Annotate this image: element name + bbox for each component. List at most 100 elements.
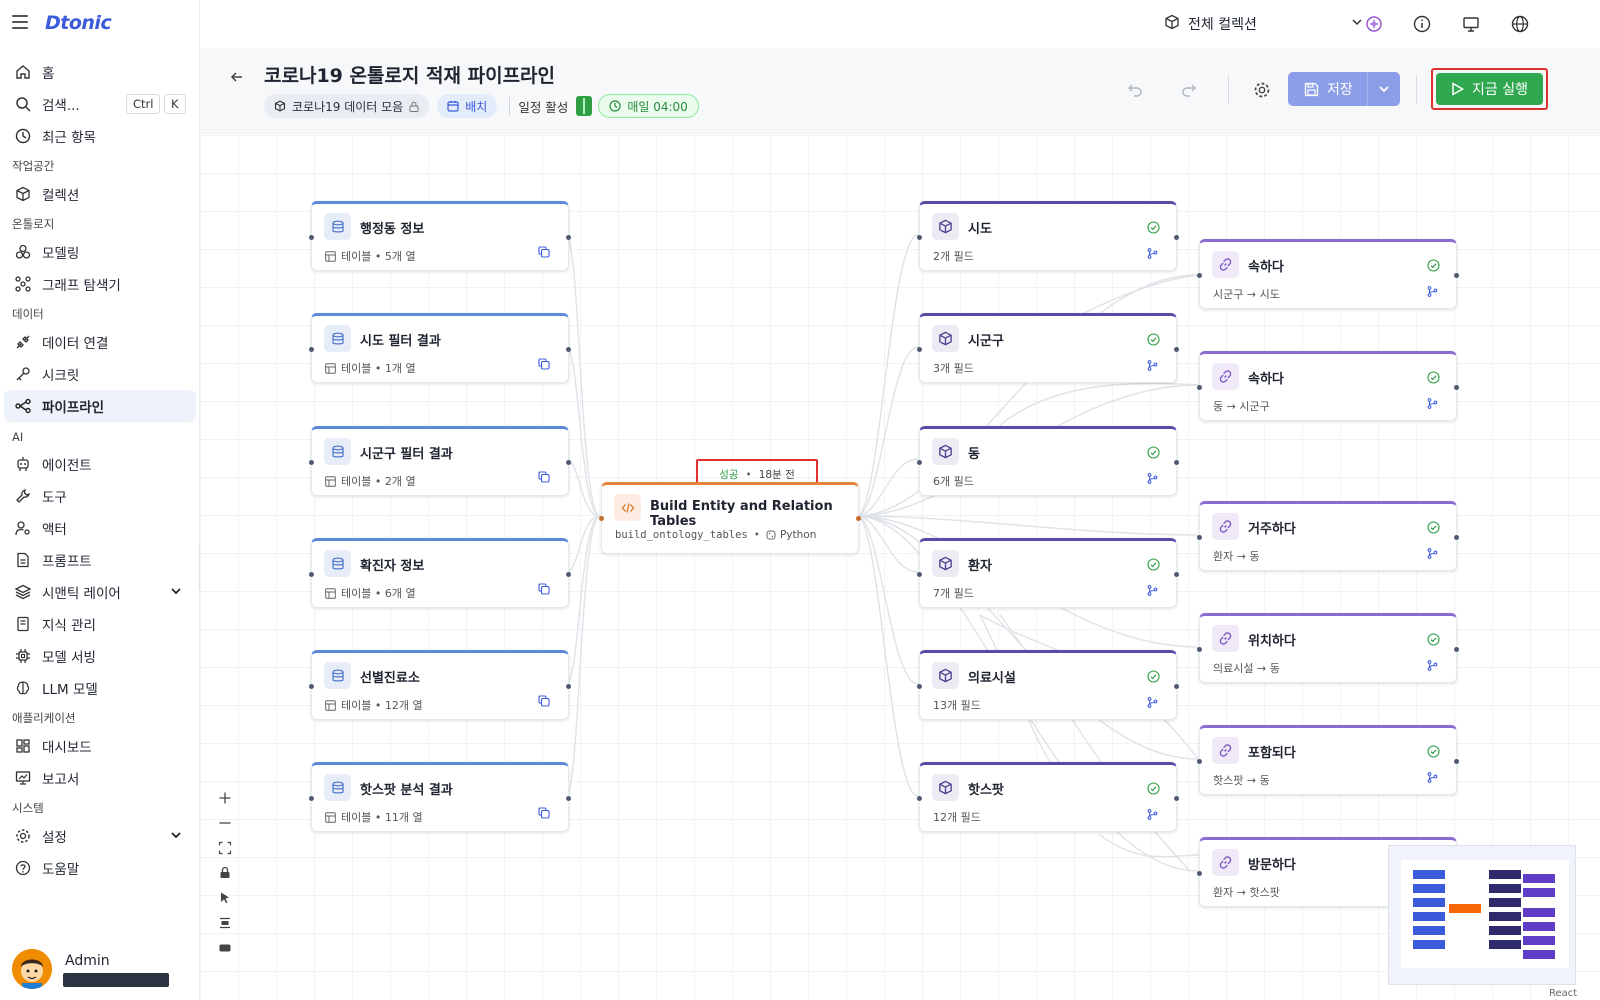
ai-sparkle-icon[interactable] bbox=[1363, 13, 1385, 35]
sidebar-item-agent[interactable]: 에이전트 bbox=[4, 448, 196, 480]
relation-node[interactable]: 포함되다 핫스팟 → 동 bbox=[1197, 725, 1459, 795]
sidebar-item-tool[interactable]: 도구 bbox=[4, 480, 196, 512]
info-icon[interactable] bbox=[1411, 13, 1433, 35]
sidebar-item-llm[interactable]: LLM 모델 bbox=[4, 672, 196, 704]
output-handle[interactable] bbox=[1174, 572, 1179, 577]
sidebar-item-report[interactable]: 보고서 bbox=[4, 762, 196, 794]
redo-icon[interactable] bbox=[1177, 78, 1201, 102]
input-handle[interactable] bbox=[599, 516, 604, 521]
collection-tag[interactable]: 코로나19 데이터 모음 bbox=[264, 94, 430, 118]
branch-icon[interactable] bbox=[1147, 585, 1158, 596]
run-now-button[interactable]: 지금 실행 bbox=[1436, 73, 1543, 105]
user-profile[interactable]: Admin bbox=[10, 945, 190, 990]
input-handle[interactable] bbox=[309, 460, 314, 465]
align-icon[interactable] bbox=[214, 910, 236, 935]
relation-node[interactable]: 위치하다 의료시설 → 동 bbox=[1197, 613, 1459, 683]
sidebar-item-pipeline[interactable]: 파이프라인 bbox=[4, 390, 196, 422]
output-handle[interactable] bbox=[566, 684, 571, 689]
input-handle[interactable] bbox=[917, 572, 922, 577]
save-button[interactable]: 저장 bbox=[1288, 72, 1400, 106]
input-handle[interactable] bbox=[309, 347, 314, 352]
globe-icon[interactable] bbox=[1509, 13, 1531, 35]
source-node[interactable]: 시도 필터 결과 테이블 • 1개 열 bbox=[309, 313, 571, 383]
chevron-down-icon[interactable] bbox=[170, 585, 182, 601]
sidebar-item-prompt[interactable]: 프롬프트 bbox=[4, 544, 196, 576]
sidebar-item-home[interactable]: 홈 bbox=[4, 56, 196, 88]
react-flow-attribution[interactable]: React Flow bbox=[1545, 987, 1600, 1000]
output-handle[interactable] bbox=[566, 572, 571, 577]
fit-view-icon[interactable] bbox=[214, 835, 236, 860]
branch-icon[interactable] bbox=[1147, 360, 1158, 371]
copy-icon[interactable] bbox=[538, 246, 550, 258]
sidebar-item-settings[interactable]: 설정 bbox=[4, 820, 196, 852]
input-handle[interactable] bbox=[309, 235, 314, 240]
branch-icon[interactable] bbox=[1427, 660, 1438, 671]
zoom-out-icon[interactable] bbox=[214, 810, 236, 835]
brand-logo[interactable]: Dtonic bbox=[45, 12, 112, 34]
copy-icon[interactable] bbox=[538, 358, 550, 370]
entity-node[interactable]: 시군구 3개 필드 bbox=[917, 313, 1179, 383]
input-handle[interactable] bbox=[917, 235, 922, 240]
entity-node[interactable]: 시도 2개 필드 bbox=[917, 201, 1179, 271]
copy-icon[interactable] bbox=[538, 471, 550, 483]
minimap[interactable] bbox=[1388, 845, 1576, 985]
source-node[interactable]: 확진자 정보 테이블 • 6개 열 bbox=[309, 538, 571, 608]
sidebar-item-help[interactable]: 도움말 bbox=[4, 852, 196, 884]
output-handle[interactable] bbox=[566, 796, 571, 801]
branch-icon[interactable] bbox=[1147, 809, 1158, 820]
save-main[interactable]: 저장 bbox=[1288, 72, 1368, 106]
output-handle[interactable] bbox=[1454, 535, 1459, 540]
branch-icon[interactable] bbox=[1427, 286, 1438, 297]
collection-selector[interactable]: 전체 컬렉션 bbox=[1164, 13, 1364, 35]
chevron-down-icon[interactable] bbox=[170, 829, 182, 845]
input-handle[interactable] bbox=[309, 796, 314, 801]
output-handle[interactable] bbox=[566, 347, 571, 352]
relation-node[interactable]: 속하다 동 → 시군구 bbox=[1197, 351, 1459, 421]
copy-icon[interactable] bbox=[538, 695, 550, 707]
output-handle[interactable] bbox=[1174, 347, 1179, 352]
input-handle[interactable] bbox=[1197, 385, 1202, 390]
branch-icon[interactable] bbox=[1427, 398, 1438, 409]
output-handle[interactable] bbox=[1174, 235, 1179, 240]
sidebar-item-knowledge[interactable]: 지식 관리 bbox=[4, 608, 196, 640]
branch-icon[interactable] bbox=[1147, 248, 1158, 259]
save-dropdown[interactable] bbox=[1368, 82, 1400, 96]
source-node[interactable]: 시군구 필터 결과 테이블 • 2개 열 bbox=[309, 426, 571, 496]
entity-node[interactable]: 환자 7개 필드 bbox=[917, 538, 1179, 608]
output-handle[interactable] bbox=[1454, 273, 1459, 278]
pointer-icon[interactable] bbox=[214, 885, 236, 910]
input-handle[interactable] bbox=[917, 460, 922, 465]
undo-icon[interactable] bbox=[1123, 78, 1147, 102]
output-handle[interactable] bbox=[1174, 460, 1179, 465]
sidebar-item-search[interactable]: 검색... Ctrl K bbox=[4, 88, 196, 120]
source-node[interactable]: 핫스팟 분석 결과 테이블 • 11개 열 bbox=[309, 762, 571, 832]
copy-icon[interactable] bbox=[538, 583, 550, 595]
input-handle[interactable] bbox=[1197, 273, 1202, 278]
menu-icon[interactable] bbox=[12, 15, 28, 29]
input-handle[interactable] bbox=[309, 572, 314, 577]
relation-node[interactable]: 속하다 시군구 → 시도 bbox=[1197, 239, 1459, 309]
branch-icon[interactable] bbox=[1427, 772, 1438, 783]
input-handle[interactable] bbox=[1197, 871, 1202, 876]
sidebar-item-model-serving[interactable]: 모델 서빙 bbox=[4, 640, 196, 672]
monitor-icon[interactable] bbox=[1460, 13, 1482, 35]
schedule-toggle[interactable] bbox=[576, 96, 593, 116]
relation-node[interactable]: 거주하다 환자 → 동 bbox=[1197, 501, 1459, 571]
schedule-time-tag[interactable]: 매일 04:00 bbox=[598, 94, 699, 118]
sidebar-item-actor[interactable]: 액터 bbox=[4, 512, 196, 544]
branch-icon[interactable] bbox=[1427, 548, 1438, 559]
entity-node[interactable]: 의료시설 13개 필드 bbox=[917, 650, 1179, 720]
sidebar-item-modeling[interactable]: 모델링 bbox=[4, 236, 196, 268]
branch-icon[interactable] bbox=[1147, 697, 1158, 708]
output-handle[interactable] bbox=[1454, 759, 1459, 764]
minimap-toggle-icon[interactable] bbox=[214, 935, 236, 960]
gear-icon[interactable] bbox=[1250, 78, 1274, 102]
lock-icon[interactable] bbox=[214, 860, 236, 885]
output-handle[interactable] bbox=[566, 235, 571, 240]
back-arrow-icon[interactable] bbox=[230, 69, 244, 88]
pipeline-canvas[interactable]: 행정동 정보 테이블 • 5개 열 시도 필터 결과 테이블 • 1개 열 시군구 필터… bbox=[200, 135, 1600, 1000]
output-handle[interactable] bbox=[566, 460, 571, 465]
avatar[interactable] bbox=[12, 949, 52, 989]
input-handle[interactable] bbox=[917, 347, 922, 352]
input-handle[interactable] bbox=[917, 796, 922, 801]
